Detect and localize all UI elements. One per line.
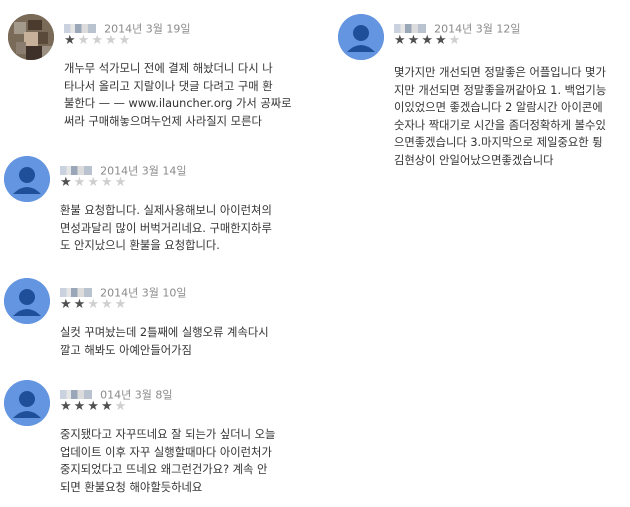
- star-icon: ★: [100, 297, 115, 312]
- star-icon: ★: [114, 297, 129, 312]
- star-rating: ★★★★★: [394, 34, 462, 48]
- star-icon: ★: [114, 175, 129, 190]
- review-text: 개누무 석가모니 전에 결제 해놨더니 다시 나 타나서 올리고 지랄이나 댓글…: [64, 60, 292, 130]
- star-icon: ★: [114, 399, 129, 414]
- star-rating: ★★★★★: [60, 298, 128, 312]
- reviewer-name-blurred: [394, 24, 426, 33]
- review-text-line: 업데이트 이후 자꾸 실행할때마다 아이런처가: [60, 445, 272, 459]
- review-text-line: 몇가지만 개선되면 정말좋은 어플입니다 몇가: [394, 66, 606, 79]
- reviewer-avatar[interactable]: [4, 278, 50, 324]
- review-text-line: 도 안지났으니 환불을 요청합니다.: [60, 239, 220, 252]
- review-text-line: 중지됐다고 자꾸뜨네요 잘 되는가 싶더니 오늘: [60, 428, 276, 441]
- review-text: 실컷 꾸며놨는데 2틀째에 실행오류 계속다시 깔고 해봐도 아예안들어가짐: [60, 324, 269, 359]
- star-icon: ★: [91, 33, 105, 48]
- star-icon: ★: [77, 33, 92, 48]
- reviewer-avatar[interactable]: [338, 14, 384, 60]
- review-text-line: 써라 구매해놓으며누언제 사라질지 모른다: [64, 114, 262, 128]
- reviewer-avatar[interactable]: [4, 156, 50, 202]
- star-icon: ★: [73, 175, 88, 190]
- star-icon: ★: [87, 297, 101, 312]
- review-text-line: 김현상이 안일어났으면좋겠습니다: [394, 153, 554, 167]
- reviewer-name-blurred: [60, 390, 92, 399]
- review-text-line: 개누무 석가모니 전에 결제 해놨더니 다시 나: [64, 62, 273, 75]
- review-card: 2014년 3월 19일 ★★★★★ 개누무 석가모니 전에 결제 해놨더니 다…: [8, 14, 298, 144]
- star-icon: ★: [394, 33, 408, 48]
- star-icon: ★: [434, 33, 449, 48]
- star-rating: ★★★★★: [60, 400, 128, 414]
- star-icon: ★: [118, 33, 133, 48]
- review-text-line: 면성과달리 많이 버벅거리네요. 구매한지하루: [60, 221, 272, 235]
- review-text: 몇가지만 개선되면 정말좋은 어플입니다 몇가 지만 개선되면 정말좋을꺼같아요…: [394, 64, 606, 169]
- star-icon: ★: [64, 33, 78, 48]
- review-text: 환불 요청합니다. 실제사용해보니 아이런쳐의 면성과달리 많이 버벅거리네요.…: [60, 202, 272, 255]
- review-text-line: 이있었으면 좋겠습니다 2 알람시간 아이콘에: [394, 101, 603, 114]
- review-text-line: 불한다 — — www.ilauncher.org 가서 공짜로: [64, 97, 292, 110]
- review-text-line: 으면좋겠습니다 3.마지막으로 제일중요한 튕: [394, 136, 603, 149]
- review-text-line: 되면 환불요청 해야할듯하네요: [60, 480, 203, 494]
- review-text-line: 깔고 해봐도 아예안들어가짐: [60, 343, 192, 357]
- review-text: 중지됐다고 자꾸뜨네요 잘 되는가 싶더니 오늘 업데이트 이후 자꾸 실행할때…: [60, 426, 275, 496]
- star-icon: ★: [60, 175, 74, 190]
- review-card: 014년 3월 8일 ★★★★★ 중지됐다고 자꾸뜨네요 잘 되는가 싶더니 오…: [4, 380, 298, 505]
- star-icon: ★: [87, 399, 101, 414]
- review-card: 2014년 3월 14일 ★★★★★ 환불 요청합니다. 실제사용해보니 아이런…: [4, 156, 298, 266]
- reviewer-name-blurred: [60, 166, 92, 175]
- star-icon: ★: [100, 399, 115, 414]
- review-text-line: 환불 요청합니다. 실제사용해보니 아이런쳐의: [60, 204, 272, 217]
- default-user-icon: [4, 278, 50, 324]
- default-user-icon: [4, 380, 50, 426]
- star-icon: ★: [87, 175, 101, 190]
- star-rating: ★★★★★: [60, 176, 128, 190]
- review-card: 2014년 3월 12일 ★★★★★ 몇가지만 개선되면 정말좋은 어플입니다 …: [338, 14, 628, 184]
- star-rating: ★★★★★: [64, 34, 132, 48]
- star-icon: ★: [73, 399, 88, 414]
- reviewer-name-blurred: [60, 288, 92, 297]
- star-icon: ★: [104, 33, 119, 48]
- reviewer-avatar[interactable]: [4, 380, 50, 426]
- reviewer-name-blurred: [64, 24, 96, 33]
- review-text-line: 타나서 올리고 지랄이나 댓글 다려고 구매 환: [64, 79, 273, 93]
- default-user-icon: [338, 14, 384, 60]
- review-text-line: 숫자나 짝대기로 시간을 좀더정확하게 볼수있: [394, 118, 606, 132]
- photo-avatar-icon: [8, 14, 54, 60]
- star-icon: ★: [407, 33, 422, 48]
- star-icon: ★: [100, 175, 115, 190]
- star-icon: ★: [60, 399, 74, 414]
- star-icon: ★: [60, 297, 74, 312]
- review-text-line: 실컷 꾸며놨는데 2틀째에 실행오류 계속다시: [60, 326, 269, 339]
- default-user-icon: [4, 156, 50, 202]
- reviewer-avatar[interactable]: [8, 14, 54, 60]
- review-text-line: 지만 개선되면 정말좋을꺼같아요 1. 백업기능: [394, 83, 607, 97]
- star-icon: ★: [73, 297, 88, 312]
- review-card: 2014년 3월 10일 ★★★★★ 실컷 꾸며놨는데 2틀째에 실행오류 계속…: [4, 278, 298, 368]
- star-icon: ★: [421, 33, 435, 48]
- star-icon: ★: [448, 33, 463, 48]
- review-text-line: 중지되었다고 뜨네요 왜그런건가요? 계속 안: [60, 463, 268, 476]
